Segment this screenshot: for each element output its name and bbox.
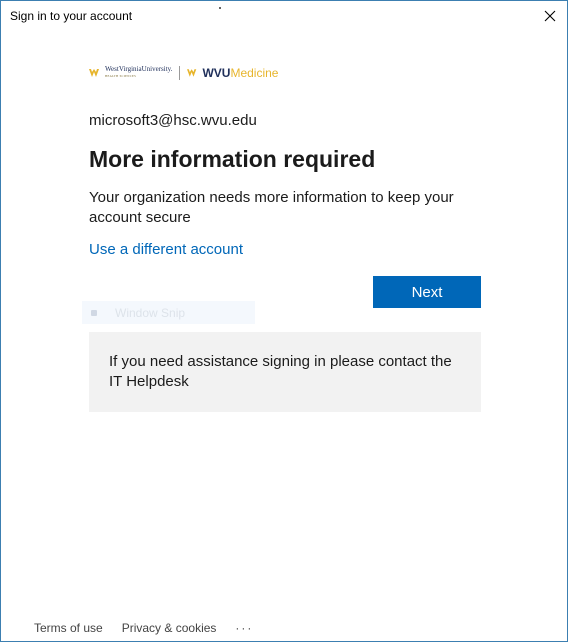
flying-wv-icon [89,69,99,77]
close-button[interactable] [539,5,561,27]
brand-light-text: Medicine [230,66,279,80]
use-different-account-link[interactable]: Use a different account [89,241,243,258]
organization-logo: WestVirginiaUniversity. HEALTH SCIENCES … [89,64,278,82]
window-title: Sign in to your account [10,9,133,23]
university-name: WestVirginiaUniversity. [105,65,173,73]
brand-bold-text: WVU [202,66,231,80]
description-text: Your organization needs more information… [89,189,454,226]
sign-in-window: Sign in to your account WestVirginiaUniv… [0,0,568,642]
snip-icon [91,309,97,316]
close-icon [544,10,556,22]
page-title: More information required [89,146,376,172]
privacy-cookies-link[interactable]: Privacy & cookies [122,621,217,635]
logo-divider [179,66,181,80]
terms-of-use-link[interactable]: Terms of use [34,621,103,635]
account-email: microsoft3@hsc.wvu.edu [89,112,257,129]
help-text: If you need assistance signing in please… [109,353,452,390]
title-bar: Sign in to your account [1,1,567,31]
snip-label: Window Snip [115,305,186,320]
flying-wv-icon [187,69,197,77]
cursor-dot [219,7,221,9]
window-snip-overlay: Window Snip [82,301,255,324]
university-subtitle: HEALTH SCIENCES [105,74,137,78]
help-box: If you need assistance signing in please… [89,332,481,412]
wvu-medicine-logo: WVU Medicine [187,66,278,80]
wvu-university-logo: WestVirginiaUniversity. HEALTH SCIENCES [89,66,172,80]
footer: Terms of use Privacy & cookies ··· [34,621,253,635]
next-button[interactable]: Next [373,276,481,308]
more-options-button[interactable]: ··· [235,621,253,635]
